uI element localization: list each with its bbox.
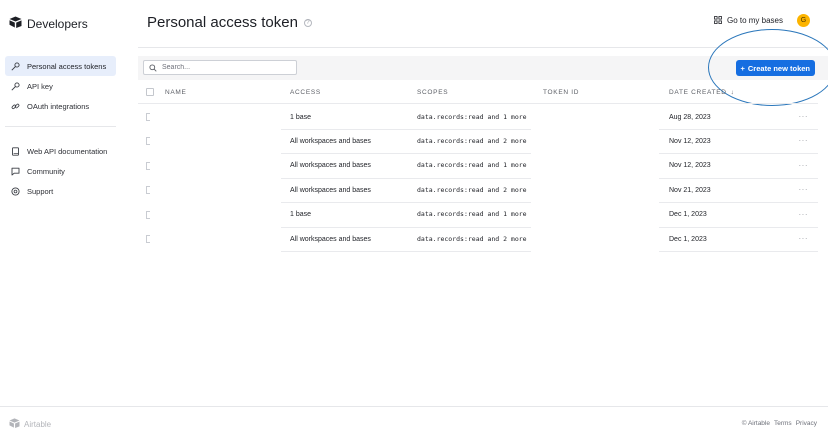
cell-scopes: data.records:read and 1 more <box>417 203 529 227</box>
page-title: Personal access token <box>147 14 298 31</box>
go-to-bases-link[interactable]: Go to my bases <box>714 16 783 26</box>
footer-brand: Airtable <box>9 418 51 430</box>
toolbar: + Create new token <box>138 56 828 80</box>
search-input[interactable] <box>162 64 292 71</box>
column-header-date-created[interactable]: DATE CREATED ↓ <box>669 82 735 102</box>
cell-scopes: data.records:read and 2 more <box>417 227 529 251</box>
plus-icon: + <box>741 64 745 73</box>
row-menu-icon[interactable]: ··· <box>799 234 809 243</box>
airtable-logo-icon <box>9 418 20 430</box>
cell-date-created: Aug 28, 2023 <box>669 105 711 129</box>
sidebar-item-label: Web API documentation <box>27 147 107 156</box>
sidebar-item-api-key[interactable]: API key <box>5 76 116 96</box>
row-checkbox[interactable] <box>146 211 150 219</box>
create-new-token-button[interactable]: + Create new token <box>736 60 816 76</box>
table-row[interactable]: All workspaces and bases data.records:rea… <box>138 154 818 178</box>
footer-brand-name: Airtable <box>24 420 51 429</box>
sidebar-item-label: Personal access tokens <box>27 62 106 71</box>
cell-date-created: Dec 1, 2023 <box>669 203 707 227</box>
key-icon <box>11 82 20 91</box>
search-icon <box>149 59 157 77</box>
table-row[interactable]: All workspaces and bases data.records:rea… <box>138 129 818 153</box>
chat-icon <box>11 167 20 176</box>
sidebar-divider <box>5 126 116 127</box>
search-box[interactable] <box>143 60 297 75</box>
page-header: Personal access token ? <box>147 14 312 31</box>
brand[interactable]: Developers <box>9 15 88 33</box>
table-row[interactable]: 1 base data.records:read and 1 more Dec 1,… <box>138 203 818 227</box>
cell-scopes: data.records:read and 1 more <box>417 105 529 129</box>
avatar[interactable]: G <box>797 14 810 27</box>
column-header-token-id[interactable]: TOKEN ID <box>543 82 579 102</box>
sidebar-item-oauth-integrations[interactable]: OAuth integrations <box>5 96 116 116</box>
row-checkbox[interactable] <box>146 235 150 243</box>
row-checkbox[interactable] <box>146 137 150 145</box>
sort-down-icon: ↓ <box>731 89 735 96</box>
sidebar-item-personal-access-tokens[interactable]: Personal access tokens <box>5 56 116 76</box>
sidebar-item-label: Support <box>27 187 53 196</box>
sidebar-item-label: API key <box>27 82 53 91</box>
cell-access: All workspaces and bases <box>290 227 371 251</box>
footer-link-terms[interactable]: Terms <box>774 420 792 427</box>
cell-access: 1 base <box>290 105 311 129</box>
column-header-scopes[interactable]: SCOPES <box>417 82 448 102</box>
header-divider <box>138 47 828 48</box>
row-menu-icon[interactable]: ··· <box>799 161 809 170</box>
grid-icon <box>714 16 722 26</box>
cell-date-created: Nov 12, 2023 <box>669 154 711 178</box>
create-new-token-label: Create new token <box>748 64 810 73</box>
column-header-name[interactable]: NAME <box>165 82 187 102</box>
row-divider <box>659 251 818 252</box>
cell-scopes: data.records:read and 2 more <box>417 178 529 202</box>
top-right-actions: Go to my bases G <box>714 14 810 27</box>
cell-scopes: data.records:read and 2 more <box>417 129 529 153</box>
footer-copyright: © Airtable <box>742 420 770 427</box>
book-icon <box>11 147 20 156</box>
footer-divider <box>0 406 828 407</box>
help-icon <box>11 187 20 196</box>
row-menu-icon[interactable]: ··· <box>799 210 809 219</box>
cell-access: All workspaces and bases <box>290 129 371 153</box>
sidebar-item-community[interactable]: Community <box>5 161 116 181</box>
select-all-checkbox[interactable] <box>146 88 154 96</box>
row-menu-icon[interactable]: ··· <box>799 185 809 194</box>
go-to-bases-label: Go to my bases <box>727 16 783 25</box>
sidebar-item-support[interactable]: Support <box>5 181 116 201</box>
cell-access: 1 base <box>290 203 311 227</box>
cell-date-created: Nov 12, 2023 <box>669 129 711 153</box>
table-row[interactable]: 1 base data.records:read and 1 more Aug 28… <box>138 105 818 129</box>
footer-link-privacy[interactable]: Privacy <box>796 420 817 427</box>
table-row[interactable]: All workspaces and bases data.records:rea… <box>138 178 818 202</box>
row-checkbox[interactable] <box>146 162 150 170</box>
column-header-access[interactable]: ACCESS <box>290 82 321 102</box>
sidebar: Personal access tokens API key OAuth int… <box>5 56 116 211</box>
sidebar-item-web-api-documentation[interactable]: Web API documentation <box>5 141 116 161</box>
cell-date-created: Dec 1, 2023 <box>669 227 707 251</box>
link-icon <box>11 102 20 111</box>
cell-access: All workspaces and bases <box>290 178 371 202</box>
sidebar-item-label: OAuth integrations <box>27 102 89 111</box>
airtable-logo-icon <box>9 15 22 33</box>
cell-scopes: data.records:read and 1 more <box>417 154 529 178</box>
key-icon <box>11 62 20 71</box>
footer-links: © Airtable Terms Privacy <box>742 420 817 427</box>
row-checkbox[interactable] <box>146 113 150 121</box>
sidebar-item-label: Community <box>27 167 65 176</box>
cell-date-created: Nov 21, 2023 <box>669 178 711 202</box>
brand-name: Developers <box>27 17 88 31</box>
cell-access: All workspaces and bases <box>290 154 371 178</box>
table-row[interactable]: All workspaces and bases data.records:rea… <box>138 227 818 251</box>
row-menu-icon[interactable]: ··· <box>799 112 809 121</box>
row-menu-icon[interactable]: ··· <box>799 136 809 145</box>
header-divider <box>138 103 818 104</box>
question-circle-icon[interactable]: ? <box>304 19 312 27</box>
column-header-label: DATE CREATED <box>669 89 727 96</box>
row-checkbox[interactable] <box>146 186 150 194</box>
row-divider <box>281 251 531 252</box>
